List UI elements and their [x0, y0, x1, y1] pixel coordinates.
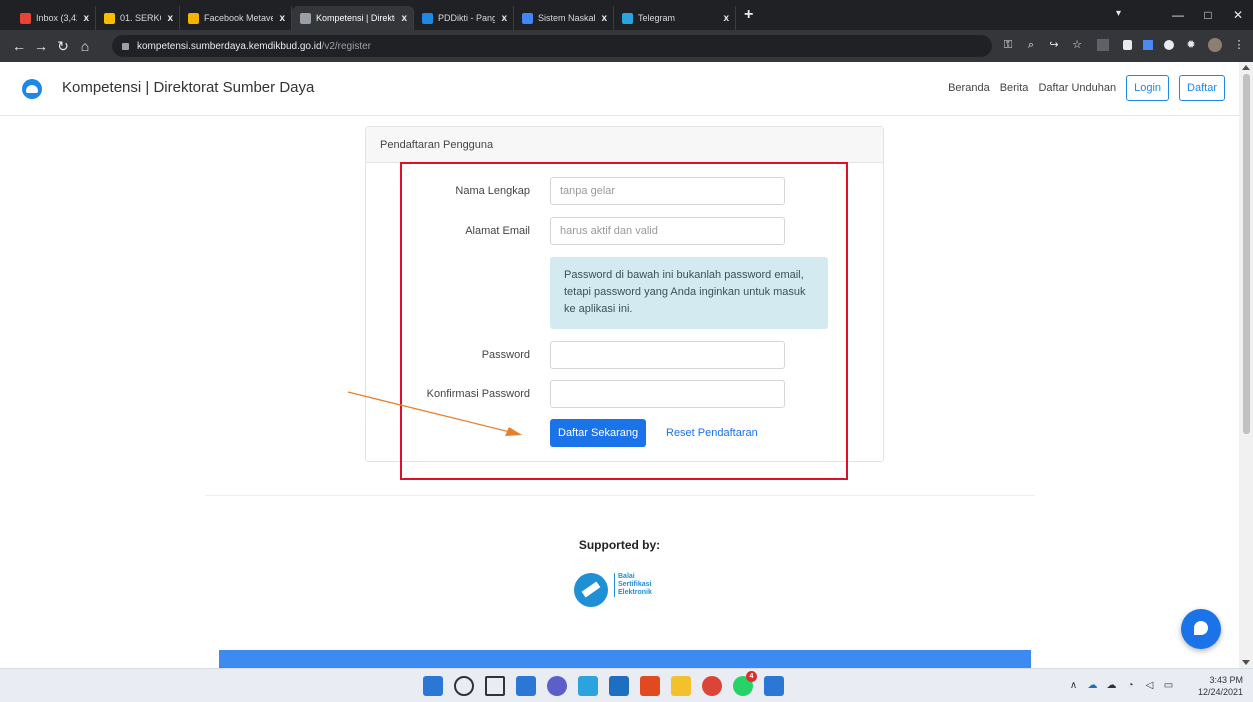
maximize-button[interactable]: □ — [1193, 8, 1223, 22]
browser-tab[interactable]: Kompetensi | Direkto x — [292, 6, 414, 30]
arrow-head — [505, 427, 522, 436]
taskview-icon[interactable] — [485, 676, 505, 696]
tab-close-icon[interactable]: x — [167, 13, 173, 24]
extension-icon[interactable] — [1143, 40, 1153, 50]
address-bar[interactable]: kompetensi.sumberdaya.kemdikbud.go.id/v2… — [112, 35, 992, 57]
tab-close-icon[interactable]: x — [501, 13, 507, 24]
web-page: Kompetensi | Direktorat Sumber Daya Bera… — [0, 62, 1239, 668]
profile-icon[interactable] — [1208, 38, 1222, 52]
puzzle-icon[interactable]: ✹ — [1185, 39, 1197, 51]
tab-title: Inbox (3,429) - maw.p — [36, 13, 77, 23]
new-tab-button[interactable]: + — [744, 6, 753, 24]
url-host: kompetensi.sumberdaya.kemdikbud.go.id — [137, 40, 322, 52]
scroll-down-icon[interactable] — [1242, 660, 1250, 665]
zoom-icon[interactable]: ⌕ — [1025, 39, 1037, 51]
browser-tab[interactable]: Inbox (3,429) - maw.p x — [12, 6, 96, 30]
minimize-button[interactable]: — — [1163, 8, 1193, 22]
arrow-line — [347, 391, 511, 433]
wifi-icon[interactable]: ◔ — [1125, 680, 1136, 691]
tab-title: 01. SERKOM PTK - Go — [120, 13, 161, 23]
tab-favicon-icon — [622, 12, 633, 24]
tab-title: Facebook Metaverse — [204, 13, 274, 23]
windows-taskbar: 4 ∧ ☁ ☁ ◔ ◁ ▭ 3:43 PM 12/24/2021 — [0, 668, 1253, 702]
browser-tab[interactable]: Telegram x — [614, 6, 736, 30]
menu-icon[interactable]: ⋮ — [1233, 39, 1245, 51]
browser-tab-strip: Inbox (3,429) - maw.px01. SERKOM PTK - G… — [0, 0, 1253, 30]
clock-date: 12/24/2021 — [1197, 687, 1243, 697]
tab-close-icon[interactable]: x — [601, 13, 607, 24]
extension-icon[interactable] — [1123, 40, 1132, 50]
chevron-up-icon[interactable]: ∧ — [1068, 680, 1079, 691]
share-icon[interactable]: ↪ — [1048, 39, 1060, 51]
scrollbar-thumb[interactable] — [1243, 74, 1250, 434]
notification-badge: 4 — [746, 671, 757, 682]
tab-search-icon[interactable]: ▾ — [1116, 8, 1121, 19]
browser-tab[interactable]: 01. SERKOM PTK - Go x — [96, 6, 180, 30]
tab-title: PDDikti - Pangkalan D — [438, 13, 496, 23]
search-icon[interactable] — [454, 676, 474, 696]
lock-icon — [122, 42, 129, 50]
tab-title: Kompetensi | Direkto — [316, 13, 396, 23]
taskbar-apps: 4 — [423, 671, 784, 696]
back-icon[interactable]: ← — [8, 38, 30, 54]
screen: Inbox (3,429) - maw.px01. SERKOM PTK - G… — [0, 0, 1253, 702]
cloud-icon[interactable]: ☁ — [1087, 680, 1098, 691]
explorer-icon[interactable] — [671, 676, 691, 696]
footer-bar — [219, 650, 1031, 668]
chat-icon[interactable] — [547, 676, 567, 696]
browser-toolbar: ← → ↻ ⌂ kompetensi.sumberdaya.kemdikbud.… — [0, 30, 1253, 62]
tab-close-icon[interactable]: x — [279, 13, 285, 24]
page-scrollbar[interactable] — [1239, 62, 1253, 668]
browser-tab[interactable]: Sistem Naskah Dinas x — [514, 6, 614, 30]
whatsapp-icon[interactable]: 4 — [733, 671, 757, 696]
close-window-button[interactable]: ✕ — [1223, 8, 1253, 22]
mail-icon[interactable] — [609, 676, 629, 696]
clock-time: 3:43 PM — [1209, 675, 1243, 685]
toolbar-divider — [1097, 39, 1109, 51]
tab-favicon-icon — [422, 12, 433, 24]
tab-close-icon[interactable]: x — [83, 13, 89, 24]
store-icon[interactable] — [764, 676, 784, 696]
tab-favicon-icon — [522, 12, 533, 24]
chat-widget-icon[interactable] — [1181, 609, 1221, 649]
app-icon[interactable] — [578, 676, 598, 696]
bse-logo-text: Balai Sertifikasi Elektronik — [614, 573, 652, 597]
toolbar-icons: ⚿ ⌕ ↪ ☆ ✹ ⋮ — [1002, 38, 1245, 52]
tab-favicon-icon — [20, 12, 31, 24]
volume-icon[interactable]: ◁ — [1144, 680, 1155, 691]
start-icon[interactable] — [423, 676, 443, 696]
forward-icon[interactable]: → — [30, 38, 52, 54]
tab-favicon-icon — [188, 12, 199, 24]
supported-by-label: Supported by: — [578, 538, 661, 552]
footer-divider — [205, 495, 1035, 496]
tab-favicon-icon — [300, 12, 311, 24]
url-path: /v2/register — [321, 40, 372, 52]
home-icon[interactable]: ⌂ — [74, 38, 96, 54]
browser-tab[interactable]: PDDikti - Pangkalan D x — [414, 6, 514, 30]
tab-title: Telegram — [638, 13, 676, 23]
star-icon[interactable]: ☆ — [1071, 39, 1083, 51]
widgets-icon[interactable] — [516, 676, 536, 696]
office-icon[interactable] — [640, 676, 660, 696]
taskbar-clock[interactable]: 3:43 PM 12/24/2021 — [1198, 674, 1243, 698]
extension-icon[interactable] — [1164, 40, 1174, 50]
battery-icon[interactable]: ▭ — [1163, 680, 1174, 691]
system-tray: ∧ ☁ ☁ ◔ ◁ ▭ — [1068, 680, 1174, 691]
bse-logo: Balai Sertifikasi Elektronik — [574, 569, 654, 609]
tab-close-icon[interactable]: x — [401, 13, 407, 24]
tab-close-icon[interactable]: x — [723, 13, 729, 24]
onedrive-icon[interactable]: ☁ — [1106, 680, 1117, 691]
browser-tab[interactable]: Facebook Metaverse x — [180, 6, 292, 30]
window-controls: — □ ✕ — [1163, 0, 1253, 30]
bse-logo-icon — [574, 573, 608, 607]
reload-icon[interactable]: ↻ — [52, 38, 74, 55]
tab-favicon-icon — [104, 12, 115, 24]
scroll-up-icon[interactable] — [1242, 65, 1250, 70]
chrome-icon[interactable] — [702, 676, 722, 696]
tab-title: Sistem Naskah Dinas — [538, 13, 595, 23]
key-icon[interactable]: ⚿ — [1002, 39, 1014, 51]
